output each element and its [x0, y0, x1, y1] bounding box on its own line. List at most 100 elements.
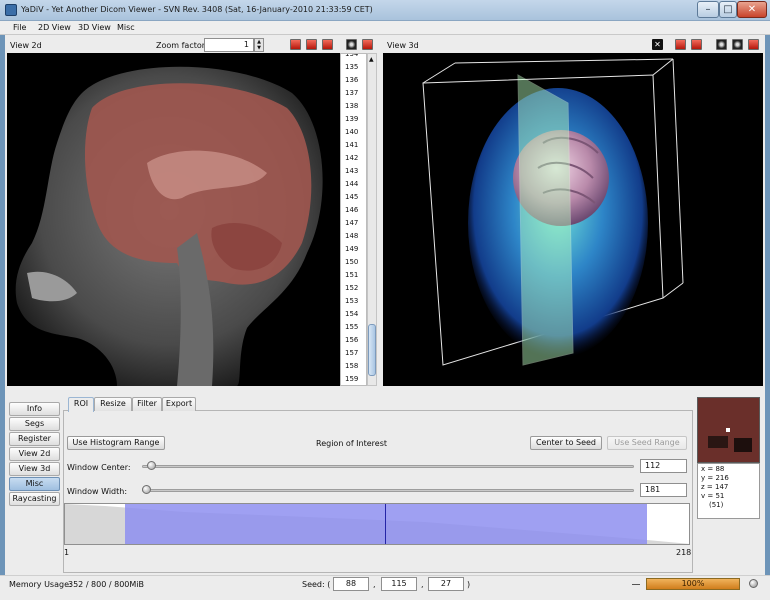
tab-resize[interactable]: Resize [94, 397, 132, 411]
menu-2d-view[interactable]: 2D View [38, 23, 71, 32]
window-center-label: Window Center: [67, 463, 131, 472]
roi-center-line [385, 504, 386, 544]
zoom-spinner[interactable]: ▲ ▼ [254, 38, 264, 52]
slice-item[interactable]: 157 [345, 349, 358, 357]
slice-item[interactable]: 150 [345, 258, 358, 266]
histogram-min-label: 1 [64, 548, 70, 557]
tab-filter[interactable]: Filter [132, 397, 162, 411]
slice-item[interactable]: 153 [345, 297, 358, 305]
pixel-info: x = 88 y = 216 z = 147 v = 51 (51) [697, 463, 760, 519]
scroll-up-icon[interactable]: ▲ [369, 56, 374, 63]
slice-item[interactable]: 140 [345, 128, 358, 136]
slice-item[interactable]: 135 [345, 63, 358, 71]
view2d-record-icon[interactable] [362, 39, 373, 50]
window-width-knob[interactable] [142, 485, 151, 494]
slice-item[interactable]: 139 [345, 115, 358, 123]
minimize-button[interactable]: – [697, 1, 719, 18]
view3d-label: View 3d [387, 41, 419, 50]
window-title: YaDiV - Yet Another Dicom Viewer - SVN R… [21, 5, 373, 14]
use-histogram-range-button[interactable]: Use Histogram Range [67, 436, 165, 450]
histogram-max-label: 218 [676, 548, 692, 557]
view3d-canvas[interactable] [383, 53, 763, 386]
tab-roi[interactable]: ROI [68, 397, 94, 412]
seed-label: Seed: ( [302, 580, 331, 589]
slice-item[interactable]: 149 [345, 245, 358, 253]
seed-x-input[interactable]: 88 [333, 577, 369, 591]
pixel-value: v = 51 [701, 492, 725, 500]
app-icon [5, 4, 17, 16]
window-center-knob[interactable] [147, 461, 157, 470]
pixel-raw-value: (51) [709, 501, 724, 509]
slice-item[interactable]: 148 [345, 232, 358, 240]
use-seed-range-button: Use Seed Range [607, 436, 687, 450]
scroll-thumb[interactable] [368, 324, 376, 376]
slice-item[interactable]: 134 [345, 54, 358, 58]
view2d-label: View 2d [10, 41, 42, 50]
slice-item[interactable]: 141 [345, 141, 358, 149]
window-width-input[interactable]: 181 [640, 483, 687, 497]
seed-comma-2: , [421, 580, 424, 589]
pixel-x: x = 88 [701, 465, 725, 473]
slice-item[interactable]: 137 [345, 89, 358, 97]
slice-scrollbar[interactable]: ▲ [367, 53, 377, 386]
window-center-input[interactable]: 112 [640, 459, 687, 473]
slice-item[interactable]: 142 [345, 154, 358, 162]
view2d-tool-1-icon[interactable] [290, 39, 301, 50]
menu-file[interactable]: File [13, 23, 26, 32]
slice-item[interactable]: 146 [345, 206, 358, 214]
center-to-seed-button[interactable]: Center to Seed [530, 436, 602, 450]
maximize-button[interactable]: □ [719, 1, 737, 18]
memory-value: 352 / 800 / 800MiB [68, 580, 144, 589]
slice-list[interactable]: 134 135 136 137 138 139 140 141 142 143 … [340, 53, 367, 386]
zoom-input[interactable]: 1 [204, 38, 254, 52]
view3d-tool-2-icon[interactable] [691, 39, 702, 50]
tab-export[interactable]: Export [162, 397, 196, 411]
slice-item[interactable]: 144 [345, 180, 358, 188]
view2d-tool-2-icon[interactable] [306, 39, 317, 50]
slice-item[interactable]: 136 [345, 76, 358, 84]
nav-segs-button[interactable]: Segs [9, 417, 60, 431]
slice-item[interactable]: 158 [345, 362, 358, 370]
seed-z-input[interactable]: 27 [428, 577, 464, 591]
nav-register-button[interactable]: Register [9, 432, 60, 446]
view3d-tool-1-icon[interactable] [675, 39, 686, 50]
slice-item[interactable]: 138 [345, 102, 358, 110]
seed-comma-1: , [373, 580, 376, 589]
view2d-canvas[interactable] [7, 53, 340, 386]
memory-label: Memory Usage: [9, 580, 72, 589]
nav-view3d-button[interactable]: View 3d [9, 462, 60, 476]
window-center-slider[interactable] [142, 465, 634, 468]
menu-bar [0, 21, 770, 35]
view3d-render-1-icon[interactable] [716, 39, 727, 50]
seed-y-input[interactable]: 115 [381, 577, 417, 591]
status-indicator-icon [749, 579, 758, 588]
slice-item[interactable]: 154 [345, 310, 358, 318]
window-width-slider[interactable] [142, 489, 634, 492]
zoom-label: Zoom factor: [156, 41, 208, 50]
nav-info-button[interactable]: Info [9, 402, 60, 416]
view2d-tool-3-icon[interactable] [322, 39, 333, 50]
nav-raycasting-button[interactable]: Raycasting [9, 492, 60, 506]
roi-range-box[interactable] [125, 504, 647, 544]
view3d-render-2-icon[interactable] [732, 39, 743, 50]
slice-item[interactable]: 159 [345, 375, 358, 383]
menu-misc[interactable]: Misc [117, 23, 135, 32]
slice-item[interactable]: 143 [345, 167, 358, 175]
slice-item[interactable]: 152 [345, 284, 358, 292]
nav-view2d-button[interactable]: View 2d [9, 447, 60, 461]
slice-item[interactable]: 151 [345, 271, 358, 279]
view2d-render-icon[interactable] [346, 39, 357, 50]
pixel-y: y = 216 [701, 474, 729, 482]
histogram[interactable] [64, 503, 690, 545]
pixel-z: z = 147 [701, 483, 729, 491]
menu-3d-view[interactable]: 3D View [78, 23, 111, 32]
nav-misc-button[interactable]: Misc [9, 477, 60, 491]
slice-item[interactable]: 155 [345, 323, 358, 331]
roi-title: Region of Interest [316, 439, 388, 448]
close-button[interactable]: ✕ [737, 1, 767, 18]
slice-item[interactable]: 156 [345, 336, 358, 344]
slice-item[interactable]: 145 [345, 193, 358, 201]
view3d-record-icon[interactable] [748, 39, 759, 50]
view3d-reset-icon[interactable]: ✕ [652, 39, 663, 50]
slice-item[interactable]: 147 [345, 219, 358, 227]
